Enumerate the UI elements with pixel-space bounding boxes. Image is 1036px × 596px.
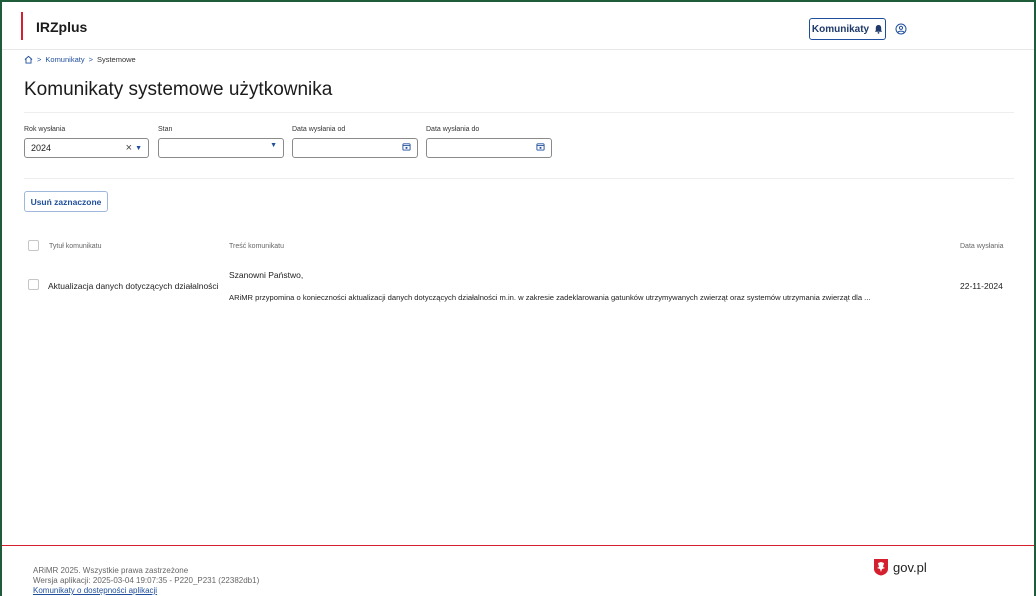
year-select[interactable]: 2024 × ▼ xyxy=(24,138,149,158)
calendar-icon[interactable] xyxy=(536,142,545,151)
app-brand[interactable]: IRZplus xyxy=(36,19,87,35)
polish-emblem-icon xyxy=(874,559,888,576)
top-header: IRZplus Komunikaty xyxy=(2,2,1034,50)
breadcrumb-item-komunikaty[interactable]: Komunikaty xyxy=(45,55,84,64)
state-select[interactable]: ▼ xyxy=(158,138,284,158)
divider xyxy=(24,112,1014,113)
delete-selected-button[interactable]: Usuń zaznaczone xyxy=(24,191,108,212)
chevron-down-icon[interactable]: ▼ xyxy=(135,145,142,152)
breadcrumb: > Komunikaty > Systemowe xyxy=(24,55,136,64)
row-title[interactable]: Aktualizacja danych dotyczących działaln… xyxy=(48,281,219,291)
user-circle-icon[interactable] xyxy=(895,23,907,35)
row-checkbox[interactable] xyxy=(28,279,39,290)
messages-button-label: Komunikaty xyxy=(811,23,870,35)
home-icon[interactable] xyxy=(24,55,33,64)
messages-button[interactable]: Komunikaty xyxy=(809,18,886,40)
page-title: Komunikaty systemowe użytkownika xyxy=(24,79,333,100)
gov-pl-logo[interactable]: gov.pl xyxy=(873,558,927,576)
date-from-label: Data wysłania od xyxy=(292,126,346,133)
row-content: ARiMR przypomina o konieczności aktualiz… xyxy=(229,293,871,302)
date-to-label: Data wysłania do xyxy=(426,126,480,133)
brand-accent-bar xyxy=(21,12,23,40)
divider xyxy=(24,178,1014,179)
clear-icon[interactable]: × xyxy=(126,142,132,154)
date-from-input[interactable] xyxy=(292,138,418,158)
state-filter-label: Stan xyxy=(158,126,173,133)
row-date: 22-11-2024 xyxy=(960,281,1003,291)
date-to-input[interactable] xyxy=(426,138,552,158)
calendar-icon[interactable] xyxy=(402,142,411,151)
breadcrumb-item-systemowe: Systemowe xyxy=(96,55,136,64)
bell-icon xyxy=(875,24,883,34)
column-header-title: Tytuł komunikatu xyxy=(49,243,102,250)
gov-pl-text: gov.pl xyxy=(893,559,927,575)
accessibility-link[interactable]: Komunikaty o dostępności aplikacji xyxy=(33,586,157,595)
footer-version: Wersja aplikacji: 2025-03-04 19:07:35 - … xyxy=(33,576,260,585)
chevron-down-icon[interactable]: ▼ xyxy=(270,142,277,149)
row-content-greeting: Szanowni Państwo, xyxy=(229,270,304,280)
footer-copyright: ARiMR 2025. Wszystkie prawa zastrzeżone xyxy=(33,566,189,575)
breadcrumb-separator: > xyxy=(37,55,42,64)
column-header-content: Treść komunikatu xyxy=(229,243,284,250)
footer-divider xyxy=(2,545,1034,546)
column-header-date: Data wysłania xyxy=(960,243,1004,250)
year-filter-label: Rok wysłania xyxy=(24,126,66,133)
year-select-value: 2024 xyxy=(31,143,52,153)
select-all-checkbox[interactable] xyxy=(28,240,39,251)
breadcrumb-separator: > xyxy=(88,55,93,64)
